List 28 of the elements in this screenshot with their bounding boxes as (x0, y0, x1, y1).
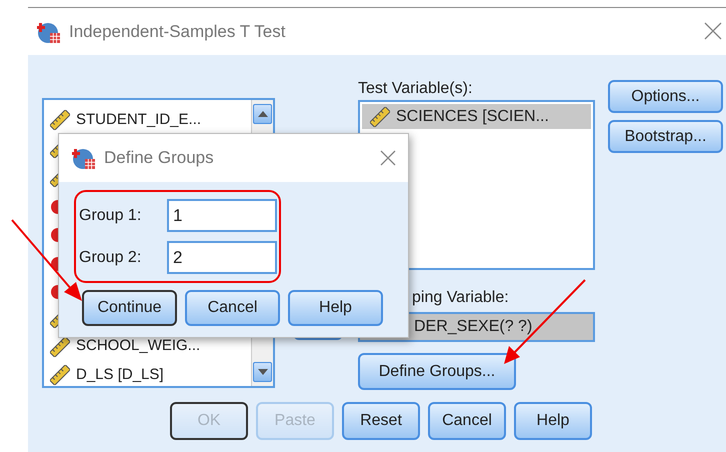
bootstrap-button[interactable]: Bootstrap... (608, 120, 723, 153)
dialog-title: Define Groups (104, 147, 214, 170)
continue-button[interactable]: Continue (82, 290, 177, 326)
test-variable-item[interactable]: SCIENCES [SCIEN... (362, 104, 591, 129)
options-button[interactable]: Options... (608, 80, 723, 113)
app-icon (72, 146, 96, 170)
close-icon[interactable] (704, 22, 722, 40)
cancel-button[interactable]: Cancel (428, 402, 506, 440)
define-groups-button[interactable]: Define Groups... (358, 353, 516, 390)
up-arrow-icon (258, 111, 268, 117)
test-variables-label: Test Variable(s): (358, 79, 474, 99)
cancel-button[interactable]: Cancel (185, 290, 280, 326)
help-button[interactable]: Help (288, 290, 383, 326)
down-arrow-icon (258, 369, 268, 375)
group-label: Group 1: (79, 206, 142, 226)
group-value-field[interactable]: 1 (167, 199, 277, 232)
scroll-down-button[interactable] (253, 362, 272, 382)
window-title: Independent-Samples T Test (69, 20, 286, 43)
group-value-field[interactable]: 2 (167, 241, 277, 274)
variable-item[interactable]: D_LS [D_LS] (76, 364, 164, 386)
grouping-variable-label: ping Variable: (411, 288, 510, 308)
reset-button[interactable]: Reset (342, 402, 420, 440)
scroll-up-button[interactable] (253, 104, 272, 124)
help-button[interactable]: Help (514, 402, 592, 440)
variable-item[interactable]: STUDENT_ID_E... (76, 108, 202, 132)
group-label: Group 2: (79, 248, 142, 268)
close-icon[interactable] (380, 150, 396, 166)
variable-item[interactable]: SCHOOL_WEIG... (76, 335, 200, 358)
